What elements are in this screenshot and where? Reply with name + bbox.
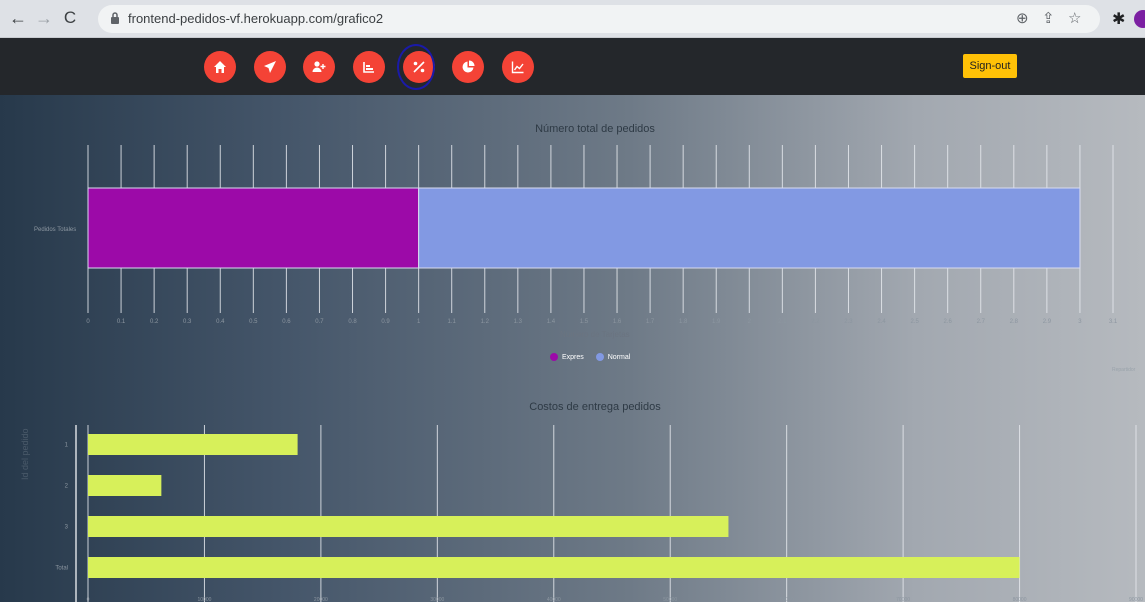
charts-area: Número total de pedidos 0 0.1 0.2 0.3 0.4 0.5…: [0, 95, 1145, 602]
share-icon[interactable]: ⇪: [1042, 9, 1055, 27]
extensions-icon[interactable]: ✱: [1112, 9, 1125, 29]
cost-bar: [88, 434, 298, 455]
browser-toolbar: ← → C frontend-pedidos-vf.herokuapp.com/…: [0, 0, 1145, 38]
reload-icon[interactable]: C: [58, 6, 82, 30]
nav-pie-chart-button[interactable]: [452, 51, 484, 83]
x-tick-label: 20000: [314, 597, 328, 602]
zoom-icon[interactable]: ⊕: [1016, 9, 1029, 27]
app-navbar: Sign-out: [0, 38, 1145, 95]
pie-chart-icon: [462, 60, 475, 73]
cost-bar: [88, 475, 162, 496]
cost-bar: [88, 516, 729, 537]
address-bar[interactable]: frontend-pedidos-vf.herokuapp.com/grafic…: [98, 5, 1100, 33]
bar-chart-icon: [363, 62, 374, 73]
nav-bar-chart-button[interactable]: [353, 51, 385, 83]
nav-percent-button[interactable]: [403, 51, 435, 83]
x-tick-label: 10000: [197, 597, 211, 602]
x-tick-label: 60000: [780, 597, 794, 602]
y-tick-label: Total: [55, 566, 68, 572]
y-tick-label: 2: [65, 484, 69, 490]
nav-add-user-button[interactable]: [303, 51, 335, 83]
x-tick-label: 70000: [896, 597, 910, 602]
nav-home-button[interactable]: [204, 51, 236, 83]
home-icon: [214, 61, 226, 73]
profile-avatar[interactable]: [1134, 10, 1145, 28]
nav-send-button[interactable]: [254, 51, 286, 83]
percent-icon: [413, 61, 425, 73]
cost-bar: [88, 557, 1020, 578]
x-tick-label: 90000: [1129, 597, 1143, 602]
x-tick-label: 30000: [430, 597, 444, 602]
add-user-icon: [312, 61, 326, 72]
back-icon[interactable]: ←: [6, 6, 30, 30]
signout-button[interactable]: Sign-out: [963, 54, 1017, 78]
bookmark-star-icon[interactable]: ☆: [1068, 9, 1081, 27]
y-tick-label: 3: [65, 525, 69, 531]
delivery-costs-chart: 0 10000 20000 30000 40000 50000 60000 70000 8000…: [55, 425, 1143, 602]
x-tick-label: 0: [87, 597, 90, 602]
send-icon: [264, 61, 276, 73]
line-chart-icon: [511, 61, 524, 74]
forward-icon[interactable]: →: [32, 6, 56, 30]
lock-icon: [111, 12, 119, 24]
x-tick-label: 40000: [547, 597, 561, 602]
nav-line-chart-button[interactable]: [502, 51, 534, 83]
url-text[interactable]: frontend-pedidos-vf.herokuapp.com/grafic…: [128, 11, 383, 26]
y-tick-label: 1: [65, 443, 69, 449]
x-tick-label: 80000: [1013, 597, 1027, 602]
x-tick-label: 50000: [663, 597, 677, 602]
